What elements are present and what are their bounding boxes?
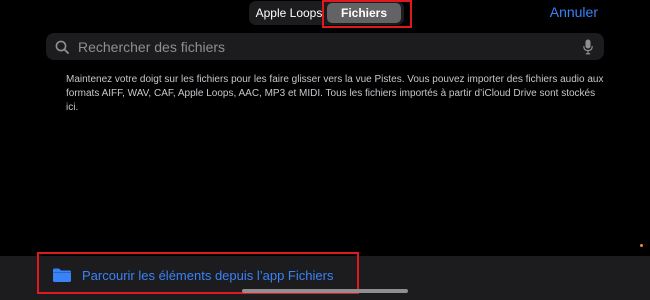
segment-fichiers[interactable]: Fichiers bbox=[327, 3, 401, 23]
microphone-icon[interactable] bbox=[580, 38, 596, 56]
home-indicator[interactable] bbox=[242, 289, 408, 293]
segment-apple-loops[interactable]: Apple Loops bbox=[251, 3, 327, 23]
search-icon bbox=[54, 39, 70, 55]
source-segmented-control: Apple Loops Fichiers bbox=[249, 1, 404, 25]
cancel-button[interactable]: Annuler bbox=[550, 4, 598, 20]
folder-icon bbox=[52, 267, 72, 283]
search-field[interactable] bbox=[46, 33, 604, 60]
browse-files-button[interactable]: Parcourir les éléments depuis l’app Fich… bbox=[52, 266, 333, 284]
help-text: Maintenez votre doigt sur les fichiers p… bbox=[66, 74, 604, 113]
file-browser-screen: Apple Loops Fichiers Annuler Maintenez v… bbox=[0, 0, 650, 300]
search-input[interactable] bbox=[78, 38, 580, 55]
browse-files-label: Parcourir les éléments depuis l’app Fich… bbox=[82, 267, 334, 283]
status-dot bbox=[640, 244, 643, 247]
